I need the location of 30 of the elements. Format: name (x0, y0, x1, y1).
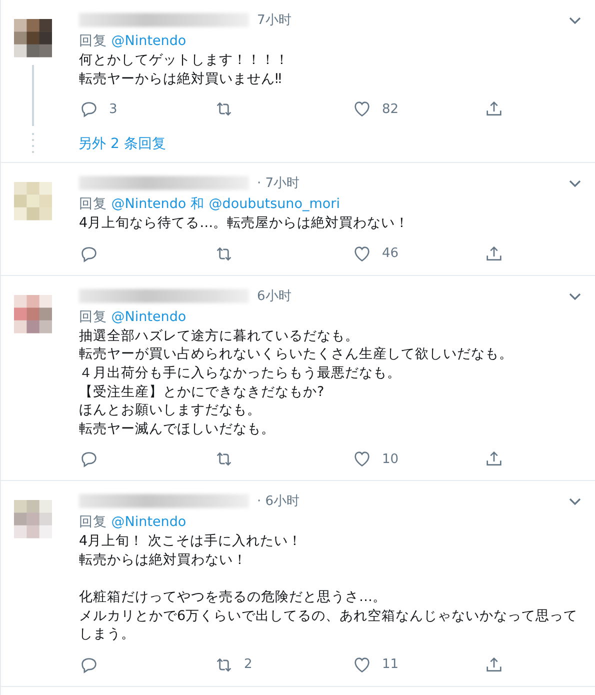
reply-to-text: 回复 @Nintendo (79, 32, 188, 51)
timestamp: · 6小时 (257, 493, 300, 510)
comment-icon[interactable] (79, 449, 99, 470)
mention-link[interactable]: @Nintendo (111, 514, 186, 530)
heart-icon[interactable] (352, 449, 372, 470)
timestamp: 7小时 (257, 12, 292, 29)
mention-link[interactable]: @Nintendo (111, 33, 186, 49)
tweet-text: 4月上旬なら待てる…。転売屋からは絶対買わない！ (79, 214, 410, 233)
reply-to-text: 回复 @Nintendo (79, 513, 188, 532)
action-count: 3 (109, 102, 118, 117)
action-count: 10 (382, 452, 399, 467)
action-count: 11 (382, 657, 399, 672)
reply-to-text: 回复 @Nintendo (79, 308, 188, 327)
heart-icon[interactable] (352, 244, 372, 264)
tweet-text: 何とかしてゲットします！！！！ 転売ヤーからは絶対買いません‼ (79, 51, 290, 88)
comment-icon[interactable] (79, 99, 99, 120)
tweet-text: 4月上旬！ 次こそは手に入れたい！ 転売からは絶対買わない！ 化粧箱だけってやつを売るの危険だと思うさ…。 メルカリとかで6万くらいで出してるの、あれ空箱なんじゃないかなって思ってしまう。 (79, 532, 579, 644)
timestamp: · 7小时 (257, 175, 300, 192)
action-count: 2 (244, 657, 252, 672)
action-count: 46 (382, 246, 399, 262)
heart-icon[interactable] (352, 654, 372, 675)
action-count: 82 (382, 102, 399, 117)
reply-to-text: 回复 @Nintendo 和 @doubutsuno_mori (79, 195, 341, 214)
mention-link[interactable]: @doubutsuno_mori (208, 196, 340, 212)
heart-icon[interactable] (352, 99, 372, 120)
show-more-replies-link[interactable]: 另外 2 条回复 (78, 135, 166, 154)
timestamp: 6小时 (257, 288, 292, 305)
mention-link[interactable]: @Nintendo (111, 308, 186, 325)
tweet-text: 抽選全部ハズレて途方に暮れているだなも。 転売ヤーが買い占められないくらいたくさん生産して欲しいだなも。 ４月出荷分も手に入らなかったらもう最悪だなも。 【受注生産】とかにできなきだなもか? ほんとお願いしますだなも。 転売ヤー滅んでほしいだなも。 (79, 326, 514, 438)
mention-link[interactable]: @Nintendo (111, 196, 186, 212)
